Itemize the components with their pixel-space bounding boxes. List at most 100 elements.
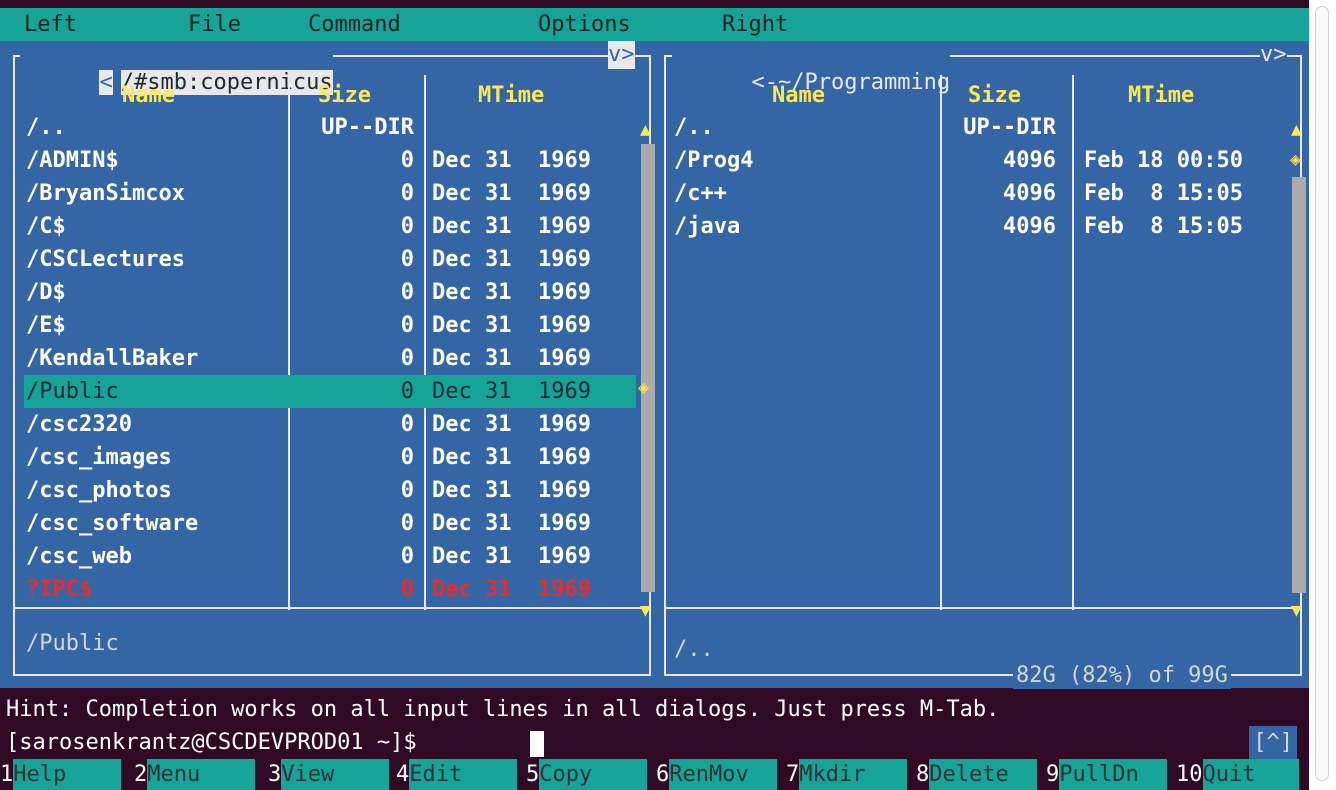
- file-name: /CSCLectures: [26, 247, 185, 272]
- file-row[interactable]: /csc_photos 0 Dec 31 1969: [24, 474, 636, 507]
- right-scroll-down-icon[interactable]: ▼: [1291, 594, 1302, 627]
- file-name: /D$: [26, 280, 66, 305]
- file-row[interactable]: /java 4096 Feb 8 15:05: [672, 210, 1286, 243]
- file-size: 0: [400, 445, 414, 470]
- menu-right[interactable]: Right: [722, 8, 788, 41]
- fkey-number: 8: [916, 762, 930, 787]
- right-scrollbar[interactable]: [1292, 177, 1306, 593]
- right-header-mtime[interactable]: MTime: [1128, 79, 1194, 112]
- command-line-cursor[interactable]: [530, 731, 544, 757]
- file-mtime: Dec 31 1969: [432, 313, 591, 338]
- fkey-label: Help: [13, 759, 122, 790]
- left-header-size[interactable]: Size: [318, 79, 371, 112]
- file-size: 0: [400, 148, 414, 173]
- file-size: 0: [400, 181, 414, 206]
- fkey-number: 7: [786, 762, 800, 787]
- right-scroll-up-icon[interactable]: ▲: [1291, 113, 1302, 146]
- history-button[interactable]: [^]: [1249, 726, 1297, 759]
- file-mtime: Dec 31 1969: [432, 247, 591, 272]
- file-row[interactable]: /E$ 0 Dec 31 1969: [24, 309, 636, 342]
- fkey-number: 4: [396, 762, 410, 787]
- left-nav-dropdown[interactable]: v>: [608, 41, 635, 69]
- file-row[interactable]: /CSCLectures 0 Dec 31 1969: [24, 243, 636, 276]
- fkey-edit[interactable]: 4Edit: [396, 759, 518, 790]
- fkey-mkdir[interactable]: 7Mkdir: [786, 759, 908, 790]
- left-scroll-down-icon[interactable]: ▼: [640, 594, 651, 627]
- file-size: 0: [400, 478, 414, 503]
- fkey-menu[interactable]: 2Menu: [134, 759, 256, 790]
- file-row[interactable]: /.. UP--DIR: [24, 111, 636, 144]
- left-header-mtime[interactable]: MTime: [478, 79, 544, 112]
- file-name: /csc2320: [26, 412, 132, 437]
- fkey-label: Copy: [539, 759, 648, 790]
- file-size: 4096: [1003, 148, 1056, 173]
- file-row[interactable]: /csc_web 0 Dec 31 1969: [24, 540, 636, 573]
- fkey-quit[interactable]: 10Quit: [1176, 759, 1299, 790]
- left-scroll-thumb-icon[interactable]: ◈: [638, 371, 649, 404]
- file-row[interactable]: /csc2320 0 Dec 31 1969: [24, 408, 636, 441]
- file-size: 0: [400, 511, 414, 536]
- fkey-label: View: [281, 759, 390, 790]
- right-nav-dropdown[interactable]: v>: [1260, 41, 1287, 69]
- file-size: 0: [400, 280, 414, 305]
- left-scrollbar[interactable]: [641, 144, 655, 592]
- left-panel-title: </#smb:copernicus: [20, 41, 333, 95]
- fkey-label: PullDn: [1059, 759, 1168, 790]
- file-name: /KendallBaker: [26, 346, 199, 371]
- file-row[interactable]: /.. UP--DIR: [672, 111, 1286, 144]
- file-size: 0: [400, 577, 414, 602]
- file-name: /BryanSimcox: [26, 181, 185, 206]
- right-header-size[interactable]: Size: [968, 79, 1021, 112]
- file-size: 4096: [1003, 214, 1056, 239]
- left-panel: </#smb:copernicus v> Name Size MTime /..…: [0, 41, 660, 688]
- left-nav-back[interactable]: <: [99, 70, 113, 95]
- file-row[interactable]: /Public 0 Dec 31 1969: [24, 375, 636, 408]
- file-mtime: Feb 18 00:50: [1084, 148, 1243, 173]
- file-row[interactable]: /csc_software 0 Dec 31 1969: [24, 507, 636, 540]
- fkey-copy[interactable]: 5Copy: [526, 759, 648, 790]
- window-scrollbar[interactable]: [1315, 6, 1329, 781]
- fkey-pulldn[interactable]: 9PullDn: [1046, 759, 1168, 790]
- menu-options[interactable]: Options: [538, 8, 631, 41]
- file-row[interactable]: /D$ 0 Dec 31 1969: [24, 276, 636, 309]
- file-row[interactable]: /KendallBaker 0 Dec 31 1969: [24, 342, 636, 375]
- left-status-path: /Public: [26, 631, 119, 656]
- file-size: 4096: [1003, 181, 1056, 206]
- file-size: 0: [400, 379, 414, 404]
- fkey-view[interactable]: 3View: [268, 759, 390, 790]
- file-row[interactable]: /C$ 0 Dec 31 1969: [24, 210, 636, 243]
- fkey-number: 1: [0, 762, 14, 787]
- file-name: /java: [674, 214, 741, 239]
- file-mtime: Dec 31 1969: [432, 511, 591, 536]
- fkey-help[interactable]: 1Help: [0, 759, 122, 790]
- file-row[interactable]: /ADMIN$ 0 Dec 31 1969: [24, 144, 636, 177]
- file-name: /E$: [26, 313, 66, 338]
- file-row[interactable]: ?IPC$ 0 Dec 31 1969: [24, 573, 636, 606]
- file-row[interactable]: /Prog4 4096 Feb 18 00:50: [672, 144, 1286, 177]
- menu-left[interactable]: Left: [24, 8, 77, 41]
- menu-command[interactable]: Command: [308, 8, 401, 41]
- right-header-name[interactable]: Name: [772, 79, 825, 112]
- file-row[interactable]: /c++ 4096 Feb 8 15:05: [672, 177, 1286, 210]
- file-name: /c++: [674, 181, 727, 206]
- file-row[interactable]: /BryanSimcox 0 Dec 31 1969: [24, 177, 636, 210]
- right-status-path: /..: [674, 637, 714, 662]
- right-scroll-thumb-icon[interactable]: ◈: [1290, 143, 1301, 176]
- left-header-name[interactable]: Name: [122, 79, 175, 112]
- fkey-delete[interactable]: 8Delete: [916, 759, 1038, 790]
- menu-file[interactable]: File: [188, 8, 241, 41]
- file-size: UP--DIR: [321, 115, 414, 140]
- file-size: 0: [400, 247, 414, 272]
- file-mtime: Dec 31 1969: [432, 445, 591, 470]
- file-mtime: Dec 31 1969: [432, 148, 591, 173]
- file-mtime: Dec 31 1969: [432, 379, 591, 404]
- right-status-sep: [664, 607, 1302, 609]
- fkey-renmov[interactable]: 6RenMov: [656, 759, 778, 790]
- file-mtime: Dec 31 1969: [432, 412, 591, 437]
- right-panel: <-~/Programming v> Name Size MTime /.. UP…: [660, 41, 1309, 689]
- file-mtime: Dec 31 1969: [432, 346, 591, 371]
- file-row[interactable]: /csc_images 0 Dec 31 1969: [24, 441, 636, 474]
- file-name: /Public: [26, 379, 119, 404]
- left-scroll-up-icon[interactable]: ▲: [640, 113, 651, 146]
- file-name: /C$: [26, 214, 66, 239]
